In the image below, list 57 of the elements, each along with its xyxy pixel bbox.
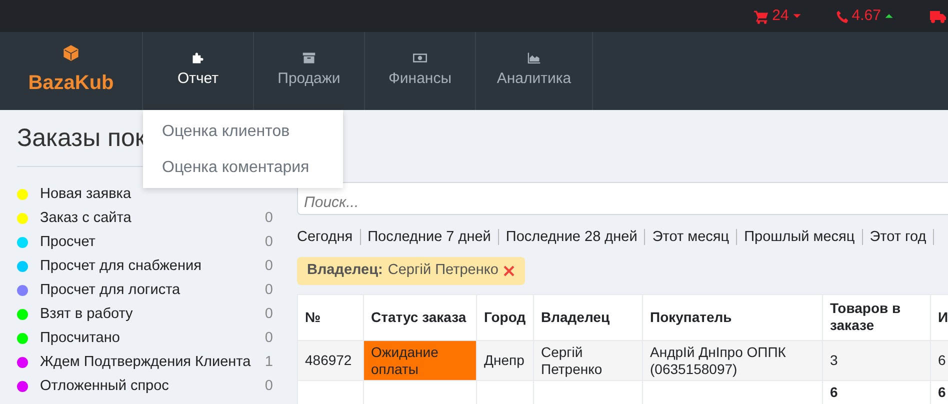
column-header: Город — [476, 294, 534, 340]
menu-item[interactable]: Оценка клиентов — [143, 114, 343, 150]
status-count: 1 — [264, 352, 273, 372]
date-filter-link[interactable]: Последние 28 дней — [498, 229, 646, 245]
date-filter-link[interactable]: Сегодня — [297, 229, 361, 245]
filter-value: Сергій Петренко — [388, 261, 498, 280]
status-label[interactable]: Отложенный спрос — [40, 376, 169, 398]
status-label[interactable]: Взят в работу — [40, 304, 133, 326]
table-cell: АндрІй ДнІпро ОППК (0635158097) — [642, 340, 822, 381]
table-cell: 3 — [822, 340, 930, 381]
status-count: 0 — [264, 280, 273, 300]
status-count: 0 — [264, 376, 273, 396]
status-label[interactable]: Ждем Подтверждения Клиента — [40, 352, 251, 374]
column-header: № — [298, 294, 364, 340]
cube-icon — [62, 44, 80, 62]
column-header: Товаров в заказе — [822, 294, 930, 340]
column-header: Владелец — [534, 294, 642, 340]
date-filter-link[interactable]: Этот год — [862, 229, 934, 245]
status-count: 0 — [264, 304, 273, 324]
banknote-icon — [413, 51, 427, 66]
nav-tab[interactable]: Финансы — [364, 32, 475, 110]
date-filter-link[interactable]: Этот месяц — [645, 229, 738, 245]
column-header: И — [930, 294, 948, 340]
filter-label: Владелец: — [307, 261, 383, 280]
table-cell: 486972 — [298, 340, 364, 381]
brand-name: BazaKub — [28, 71, 114, 96]
nav-tab[interactable]: Аналитика — [475, 32, 593, 110]
status-label[interactable]: Просчет для снабжения — [40, 256, 202, 278]
total-cell: 6 — [822, 380, 930, 404]
indicator-value: 4.67 — [852, 6, 881, 26]
table-cell: Днепр — [476, 340, 534, 381]
date-filter-link[interactable]: Последние 7 дней — [360, 229, 499, 245]
truck-icon — [928, 8, 948, 24]
status-count: 0 — [264, 208, 273, 228]
remove-icon — [503, 264, 516, 277]
date-filter-link[interactable]: Прошлый месяц — [737, 229, 863, 245]
area-chart-icon — [527, 51, 541, 66]
table-cell: 6 — [930, 340, 948, 381]
column-header: Статус заказа — [364, 294, 476, 340]
indicator-value: 24 — [772, 6, 789, 26]
search-field[interactable]: Поиск... — [297, 182, 948, 215]
puzzle-icon — [191, 51, 205, 66]
status-count: 0 — [264, 328, 273, 348]
status-label[interactable]: Просчитано — [40, 328, 120, 350]
status-cell: Ожидание оплаты — [364, 340, 476, 381]
status-count: 0 — [264, 232, 273, 252]
status-label[interactable]: Новая заявка — [40, 184, 132, 206]
status-label[interactable]: Просчет — [40, 232, 96, 254]
status-label[interactable]: Заказ с сайта — [40, 208, 132, 230]
phone-icon — [836, 10, 849, 22]
status-label[interactable]: Просчет для логиста — [40, 280, 180, 302]
table-cell: Сергій Петренко — [534, 340, 642, 381]
archive-icon — [302, 51, 316, 66]
total-cell: 6 — [930, 380, 948, 404]
cart-icon — [754, 8, 770, 24]
status-count: 0 — [264, 256, 273, 276]
column-header: Покупатель — [642, 294, 822, 340]
